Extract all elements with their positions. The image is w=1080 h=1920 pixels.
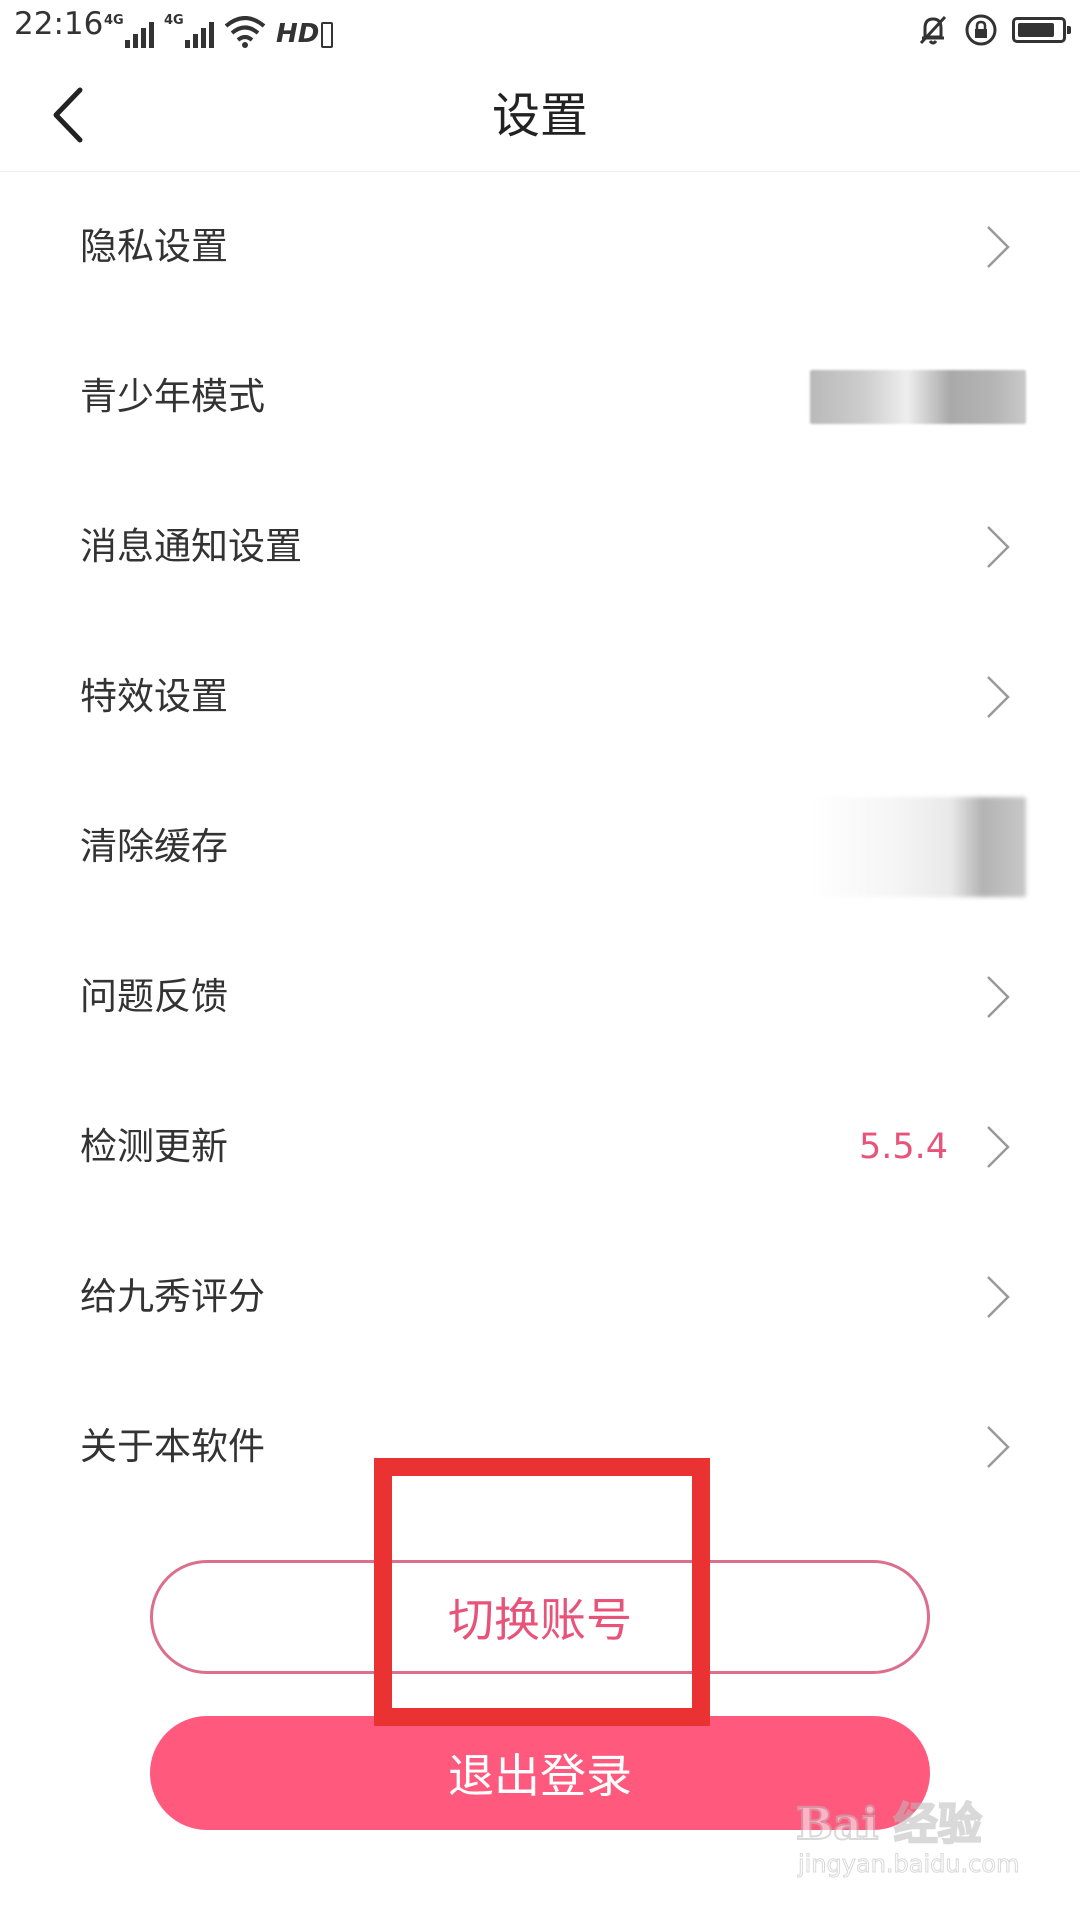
status-bar: 22:16 4G 4G HD — [0, 0, 1080, 58]
status-time: 22:16 — [14, 6, 104, 42]
settings-item-about[interactable]: 关于本软件 — [0, 1372, 1080, 1522]
settings-item-label: 问题反馈 — [80, 975, 228, 1018]
settings-item-label: 关于本软件 — [80, 1425, 265, 1468]
settings-item-check-update[interactable]: 检测更新 5.5.4 — [0, 1072, 1080, 1222]
settings-item-rate-app[interactable]: 给九秀评分 — [0, 1222, 1080, 1372]
signal-icon: 4G — [164, 14, 214, 48]
hd-icon: HD — [276, 20, 334, 48]
logout-label: 退出登录 — [448, 1749, 632, 1803]
rotation-lock-icon — [965, 14, 997, 46]
settings-item-clear-cache[interactable]: 清除缓存 — [0, 772, 1080, 922]
chevron-right-icon — [987, 1426, 1010, 1468]
mute-bell-icon — [919, 15, 947, 45]
settings-list: 隐私设置 青少年模式 消息通知设置 特效设置 清除缓存 问题反馈 检测更新 5.… — [0, 172, 1080, 1522]
chevron-right-icon — [987, 526, 1010, 568]
blurred-toggle — [810, 370, 1026, 424]
status-left-icons: 4G 4G HD — [104, 8, 334, 48]
chevron-right-icon — [987, 226, 1010, 268]
switch-account-button[interactable]: 切换账号 — [150, 1560, 930, 1674]
watermark-url: jingyan.baidu.com — [797, 1850, 1020, 1879]
status-right-icons — [916, 10, 1071, 50]
settings-item-label: 检测更新 — [80, 1125, 228, 1168]
wifi-icon — [224, 16, 266, 48]
settings-item-feedback[interactable]: 问题反馈 — [0, 922, 1080, 1072]
battery-icon — [1012, 17, 1071, 43]
chevron-right-icon — [987, 1126, 1010, 1168]
settings-item-label: 给九秀评分 — [80, 1275, 265, 1318]
settings-item-label: 特效设置 — [80, 675, 228, 718]
blurred-cache-size — [810, 797, 1026, 897]
settings-item-label: 清除缓存 — [80, 825, 228, 868]
version-number: 5.5.4 — [858, 1127, 948, 1167]
settings-item-effects[interactable]: 特效设置 — [0, 622, 1080, 772]
settings-item-label: 隐私设置 — [80, 225, 228, 268]
settings-item-label: 消息通知设置 — [80, 525, 302, 568]
page-title: 设置 — [491, 88, 588, 144]
settings-item-privacy[interactable]: 隐私设置 — [0, 172, 1080, 322]
nav-bar: 设置 — [0, 58, 1080, 172]
settings-item-notifications[interactable]: 消息通知设置 — [0, 472, 1080, 622]
signal-icon: 4G — [104, 14, 154, 48]
switch-account-label: 切换账号 — [448, 1593, 632, 1647]
watermark-logo: Bai 经验 — [795, 1798, 983, 1851]
settings-item-label: 青少年模式 — [80, 375, 265, 418]
chevron-right-icon — [987, 1276, 1010, 1318]
chevron-right-icon — [987, 976, 1010, 1018]
baidu-jingyan-watermark: Bai 经验 jingyan.baidu.com — [795, 1788, 1026, 1898]
settings-item-teen-mode[interactable]: 青少年模式 — [0, 322, 1080, 472]
chevron-right-icon — [987, 676, 1010, 718]
